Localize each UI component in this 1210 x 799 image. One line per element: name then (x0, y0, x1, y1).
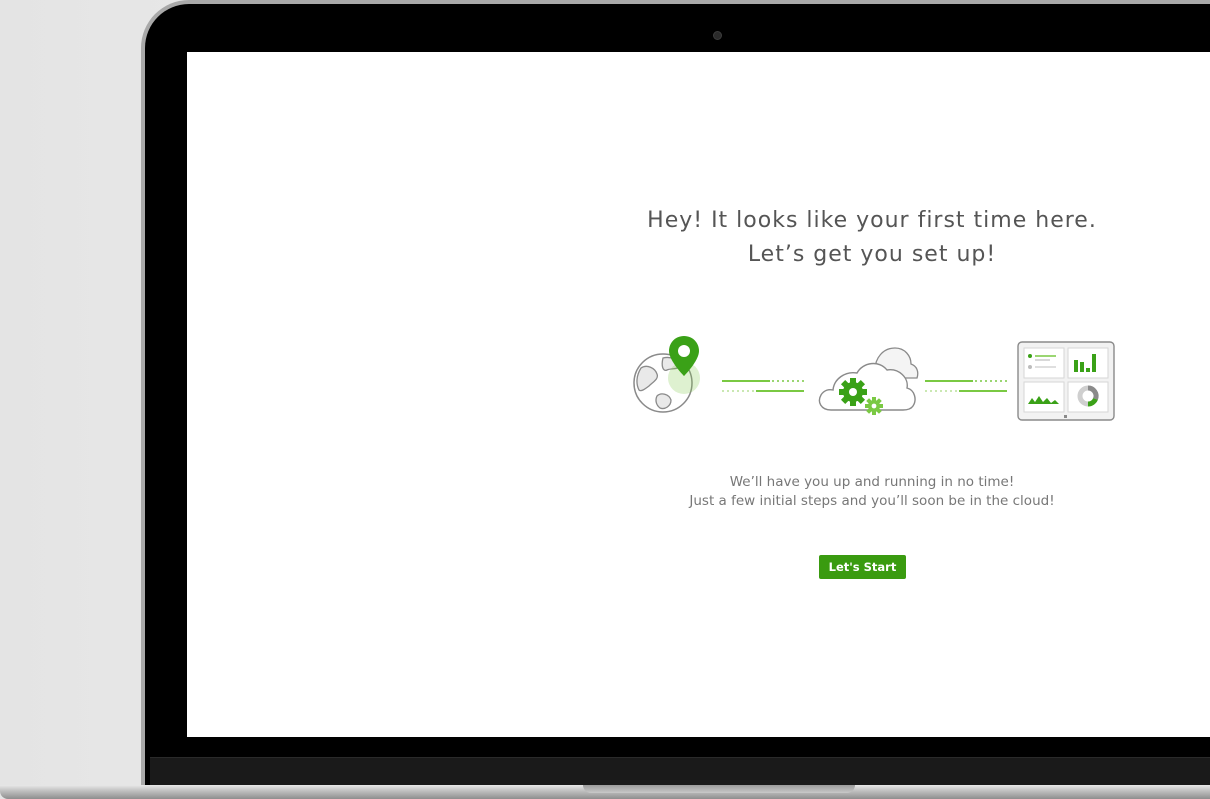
globe-location-icon (633, 336, 700, 413)
laptop-bottom-bezel (150, 757, 1210, 786)
lets-start-button[interactable]: Let's Start (819, 555, 906, 579)
cloud-gears-icon (818, 347, 919, 415)
connector-line (925, 380, 1007, 392)
connector-line (722, 380, 804, 392)
laptop-base-notch (583, 785, 855, 793)
welcome-heading-line1: Hey! It looks like your first time here. (647, 208, 1097, 233)
screen: Hey! It looks like your first time here.… (187, 52, 1210, 737)
welcome-heading-line2: Let’s get you set up! (747, 242, 997, 267)
welcome-subtext-line1: We’ll have you up and running in no time… (729, 474, 1015, 490)
welcome-subtext-line2: Just a few initial steps and you’ll soon… (689, 493, 1055, 509)
webcam (713, 31, 722, 40)
dashboard-tablet-icon (1017, 341, 1115, 421)
